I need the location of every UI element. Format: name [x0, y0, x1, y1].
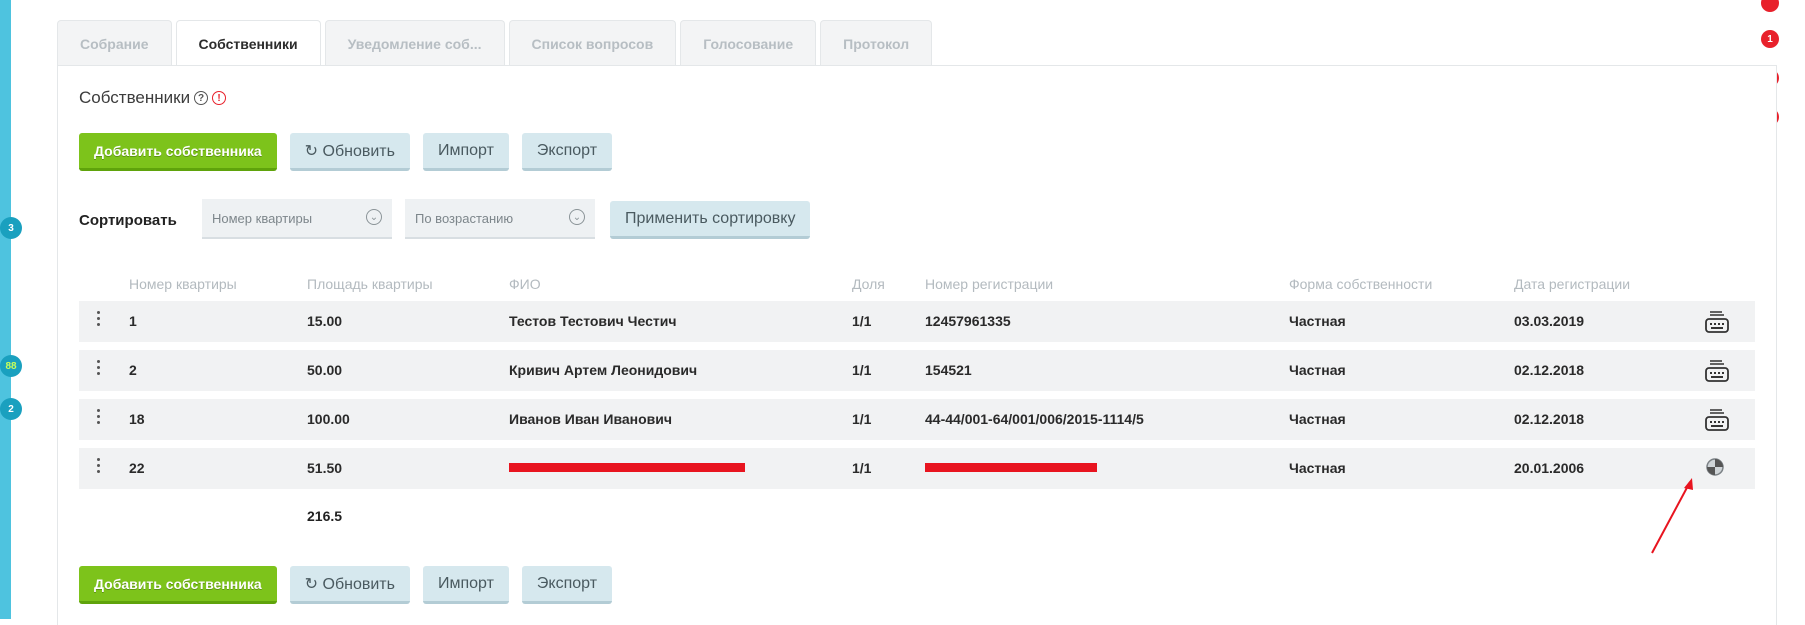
cell-apartment: 18 — [129, 411, 145, 427]
cell-area: 51.50 — [307, 460, 343, 476]
import-button[interactable]: Импорт — [422, 133, 509, 171]
cell-share: 1/1 — [852, 313, 872, 329]
table-row[interactable]: 1 15.00 Тестов Тестович Честич 1/1 12457… — [79, 301, 1755, 342]
export-button[interactable]: Экспорт — [521, 566, 613, 604]
cell-ownership: Частная — [1289, 460, 1346, 476]
column-header-date: Дата регистрации — [1514, 276, 1631, 292]
export-button[interactable]: Экспорт — [521, 133, 613, 171]
row-menu-icon[interactable] — [97, 458, 101, 473]
table-row[interactable]: 2 50.00 Кривич Артем Леонидович 1/1 1545… — [79, 350, 1755, 391]
row-menu-icon[interactable] — [97, 409, 101, 424]
refresh-button[interactable]: ↻ Обновить — [289, 566, 410, 604]
cell-date: 02.12.2018 — [1514, 362, 1585, 378]
cell-registration: 12457961335 — [925, 313, 1011, 329]
cell-area: 100.00 — [307, 411, 350, 427]
sort-label: Сортировать — [79, 212, 177, 229]
column-header-ownership: Форма собственности — [1289, 276, 1433, 292]
table-row[interactable]: 22 51.50 1/1 Частная 20.01.2006 — [79, 448, 1755, 489]
left-sidebar-strip — [0, 0, 11, 619]
cell-ownership: Частная — [1289, 411, 1346, 427]
page-title: Собственники — [79, 88, 191, 107]
tab-voting[interactable]: Голосование — [680, 20, 817, 66]
cell-apartment: 2 — [129, 362, 137, 378]
tab-owners[interactable]: Собственники — [175, 20, 321, 67]
top-toolbar: Добавить собственника ↻ Обновить Импорт … — [79, 133, 613, 171]
pie-status-icon[interactable] — [1704, 456, 1726, 478]
cell-share: 1/1 — [852, 460, 872, 476]
help-icon[interactable]: ? — [194, 91, 209, 105]
tab-bar: Собрание Собственники Уведомление соб...… — [57, 20, 933, 67]
column-header-apartment: Номер квартиры — [129, 276, 237, 292]
keyboard-icon[interactable] — [1704, 407, 1730, 433]
chevron-down-icon: ⌄ — [569, 209, 585, 225]
column-header-registration: Номер регистрации — [925, 276, 1054, 292]
cell-apartment: 22 — [129, 460, 145, 476]
cell-ownership: Частная — [1289, 362, 1346, 378]
cell-name: Тестов Тестович Честич — [509, 313, 677, 329]
bottom-toolbar: Добавить собственника ↻ Обновить Импорт … — [79, 566, 613, 604]
import-button[interactable]: Импорт — [422, 566, 509, 604]
column-header-name: ФИО — [509, 276, 541, 292]
notification-badge[interactable]: 2 — [0, 398, 22, 420]
keyboard-icon[interactable] — [1704, 309, 1730, 335]
redacted-registration — [925, 463, 1097, 472]
tab-protocol[interactable]: Протокол — [820, 20, 933, 66]
tab-owner-notification[interactable]: Уведомление соб... — [324, 20, 505, 66]
cell-date: 02.12.2018 — [1514, 411, 1585, 427]
warning-icon[interactable]: ! — [212, 91, 227, 105]
cell-share: 1/1 — [852, 362, 872, 378]
row-menu-icon[interactable] — [97, 311, 101, 326]
table-row[interactable]: 18 100.00 Иванов Иван Иванович 1/1 44-44… — [79, 399, 1755, 440]
add-owner-button[interactable]: Добавить собственника — [79, 133, 277, 171]
refresh-button[interactable]: ↻ Обновить — [289, 133, 410, 171]
cell-ownership: Частная — [1289, 313, 1346, 329]
column-header-share: Доля — [852, 276, 885, 292]
tab-meeting[interactable]: Собрание — [57, 20, 172, 66]
redacted-name — [509, 463, 745, 472]
sort-order-select[interactable]: По возрастанию ⌄ — [405, 199, 595, 239]
cell-date: 03.03.2019 — [1514, 313, 1585, 329]
cell-share: 1/1 — [852, 411, 872, 427]
row-menu-icon[interactable] — [97, 360, 101, 375]
tab-questions[interactable]: Список вопросов — [508, 20, 677, 66]
cell-registration: 44-44/001-64/001/006/2015-1114/5 — [925, 411, 1144, 427]
section-header: Собственники ? ! — [79, 88, 227, 108]
cell-date: 20.01.2006 — [1514, 460, 1585, 476]
column-header-area: Площадь квартиры — [307, 276, 433, 292]
annotation-arrow — [1651, 478, 1693, 554]
alert-badge: 1 — [1761, 30, 1779, 48]
apply-sort-button[interactable]: Применить сортировку — [610, 201, 811, 239]
cell-area: 50.00 — [307, 362, 343, 378]
cell-apartment: 1 — [129, 313, 137, 329]
total-area: 216.5 — [307, 508, 343, 524]
sort-field-select[interactable]: Номер квартиры ⌄ — [202, 199, 392, 239]
sort-order-value: По возрастанию — [415, 210, 514, 226]
sort-field-value: Номер квартиры — [212, 210, 313, 226]
cell-name: Кривич Артем Леонидович — [509, 362, 698, 378]
alert-badge — [1761, 0, 1779, 12]
cell-registration: 154521 — [925, 362, 972, 378]
cell-name: Иванов Иван Иванович — [509, 411, 673, 427]
chevron-down-icon: ⌄ — [366, 209, 382, 225]
notification-badge[interactable]: 88 — [0, 355, 22, 377]
keyboard-icon[interactable] — [1704, 358, 1730, 384]
add-owner-button[interactable]: Добавить собственника — [79, 566, 277, 604]
notification-badge[interactable]: 3 — [0, 217, 22, 239]
cell-area: 15.00 — [307, 313, 343, 329]
